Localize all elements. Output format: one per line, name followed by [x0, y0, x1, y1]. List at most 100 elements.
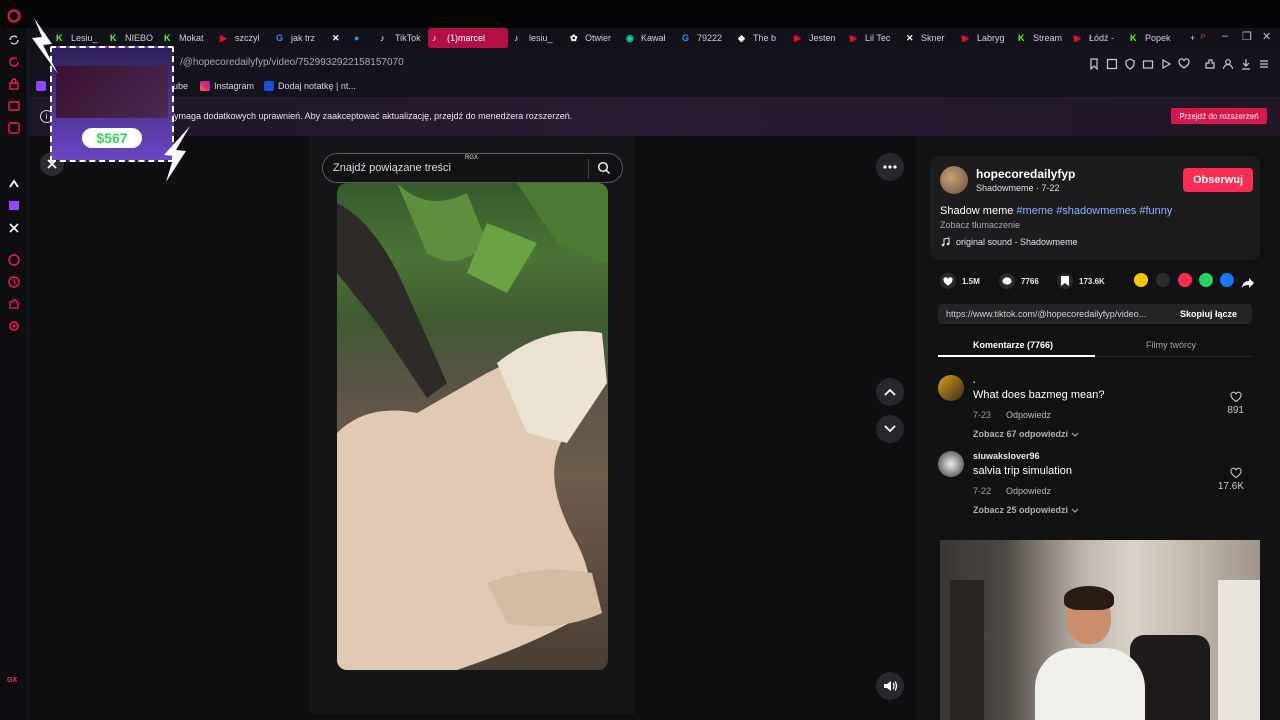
avatar[interactable] — [938, 451, 964, 477]
hashtag[interactable]: #shadowmemes — [1056, 205, 1136, 217]
author-subline: Shadowmeme · 7-22 — [976, 183, 1060, 193]
bookmark-item-notion[interactable]: Dodaj notatkę | nt... — [264, 81, 356, 91]
x-twitter-icon[interactable] — [6, 220, 22, 236]
opera-logo-icon[interactable] — [6, 8, 22, 24]
tab-creator-videos[interactable]: Filmy twórcy — [1146, 340, 1196, 350]
follow-button[interactable]: Obserwuj — [1183, 168, 1253, 192]
browser-tab[interactable]: K Popek — [1126, 28, 1178, 48]
previous-video-button[interactable] — [876, 378, 904, 406]
arrow-icon[interactable] — [6, 176, 22, 192]
browser-tab[interactable]: ▶ Jesten — [790, 28, 844, 48]
browser-tab[interactable]: ♪ TikTok — [376, 28, 426, 48]
browser-tab[interactable]: ● — [350, 28, 374, 48]
browser-tab[interactable]: K Stream — [1014, 28, 1068, 48]
embed-icon[interactable] — [1156, 273, 1170, 287]
shield-icon[interactable] — [1124, 57, 1136, 70]
bookmark-label: Instagram — [214, 81, 255, 91]
browser-tab[interactable]: K NIEBO — [106, 28, 158, 48]
view-replies-button[interactable]: Zobacz 25 odpowiedzi — [973, 505, 1079, 515]
coin-share-icon[interactable] — [1134, 273, 1148, 287]
sync-icon[interactable] — [6, 32, 22, 48]
bookmark-item-instagram[interactable]: Instagram — [200, 81, 254, 91]
hashtag[interactable]: #meme — [1016, 205, 1053, 217]
minimize-icon[interactable]: – — [1222, 30, 1228, 42]
browser-tab[interactable]: G 79222 — [678, 28, 732, 48]
play-icon[interactable] — [1160, 57, 1172, 70]
puzzle-icon[interactable] — [1204, 57, 1216, 69]
reply-button[interactable]: Odpowiedz — [1006, 410, 1051, 420]
next-video-button[interactable] — [876, 415, 904, 443]
browser-tab[interactable]: ◉ Kawał — [622, 28, 676, 48]
like-button[interactable]: 1.5M — [940, 273, 980, 289]
browser-tab[interactable]: ▶ Łódź - — [1070, 28, 1124, 48]
search-icon[interactable] — [597, 161, 611, 175]
view-replies-button[interactable]: Zobacz 67 odpowiedzi — [973, 429, 1079, 439]
url-text[interactable]: /@hopecoredailyfyp/video/752993292215815… — [180, 57, 404, 68]
heart-icon[interactable] — [1178, 57, 1190, 69]
bookmark-item-youtube[interactable]: ube — [173, 81, 188, 91]
bookmark-item-twitch[interactable] — [36, 81, 50, 91]
restore-icon[interactable]: ❐ — [1242, 30, 1252, 43]
comment-username[interactable]: siuwakslover96 — [973, 451, 1040, 461]
twitch-icon[interactable] — [6, 198, 22, 214]
browser-tab[interactable]: ▶ Lil Tec — [846, 28, 900, 48]
more-options-button[interactable] — [876, 153, 904, 181]
lightning-bolt-icon — [32, 18, 58, 74]
history-icon[interactable] — [6, 274, 22, 290]
comment-username[interactable]: . — [973, 375, 976, 385]
whatsapp-icon[interactable] — [1199, 273, 1213, 287]
settings-icon[interactable] — [6, 318, 22, 334]
messenger-icon[interactable] — [6, 120, 22, 136]
extensions-icon[interactable] — [6, 296, 22, 312]
browser-tab[interactable]: K Mokat — [160, 28, 214, 48]
search-tabs-icon[interactable]: ⌕ — [1200, 30, 1206, 43]
see-translation-link[interactable]: Zobacz tłumaczenie — [940, 220, 1020, 230]
browser-tab[interactable]: ✕ Skner — [902, 28, 956, 48]
player-icon[interactable] — [6, 252, 22, 268]
music-note-icon — [941, 237, 950, 247]
browser-tab[interactable]: ✿ Otwier — [566, 28, 620, 48]
reply-button[interactable]: Odpowiedz — [1006, 486, 1051, 496]
share-arrow-icon[interactable] — [1242, 275, 1254, 293]
browser-tab[interactable]: ✕ — [328, 28, 348, 48]
close-window-icon[interactable]: ✕ — [1262, 30, 1271, 43]
reload-icon[interactable] — [6, 54, 22, 70]
tab-label: Jesten — [809, 33, 836, 43]
profile-icon[interactable] — [1222, 57, 1234, 70]
gx-control-icon[interactable] — [6, 98, 22, 114]
avatar[interactable] — [940, 166, 968, 194]
facebook-icon[interactable] — [1220, 273, 1234, 287]
sound-link[interactable]: original sound - Shadowmeme — [940, 237, 1078, 247]
browser-tab[interactable]: ♪ lesiu_ — [510, 28, 564, 48]
browser-tab[interactable]: ◆ The b — [734, 28, 788, 48]
lightning-bolt-icon — [164, 126, 190, 182]
tab-comments[interactable]: Komentarze (7766) — [973, 340, 1053, 350]
send-share-icon[interactable] — [1178, 273, 1192, 287]
video-link-field[interactable]: https://www.tiktok.com/@hopecoredailyfyp… — [938, 304, 1252, 324]
snapshot-icon[interactable] — [1106, 57, 1118, 70]
browser-tab[interactable]: ♪ (1)marcel — [428, 28, 508, 48]
bookmark-icon[interactable] — [1088, 57, 1100, 71]
search-divider — [588, 159, 589, 179]
volume-button[interactable] — [876, 672, 904, 700]
comment-like-count: 891 — [1227, 405, 1244, 416]
avatar[interactable] — [938, 375, 964, 401]
menu-icon[interactable] — [1258, 57, 1270, 69]
vpn-icon[interactable] — [6, 76, 22, 92]
browser-tab[interactable]: Gjak trz — [272, 28, 326, 48]
browser-tab[interactable]: ▶ Labryg — [958, 28, 1012, 48]
download-icon[interactable] — [1240, 57, 1252, 70]
comment-like-icon[interactable] — [1230, 467, 1242, 479]
hashtag[interactable]: #funny — [1139, 205, 1172, 217]
tab-label: Otwier — [585, 33, 612, 43]
browser-tab[interactable]: ▶ szczyl — [216, 28, 270, 48]
save-button[interactable]: 173.6K — [1057, 273, 1105, 289]
comment-like-icon[interactable] — [1230, 391, 1242, 403]
author-username[interactable]: hopecoredailyfyp — [976, 167, 1075, 181]
video-frame[interactable] — [337, 183, 608, 670]
go-to-extensions-button[interactable]: Przejdź do rozszerzeń — [1171, 108, 1267, 124]
speaker-icon — [884, 681, 897, 691]
wallet-icon[interactable] — [1142, 57, 1154, 69]
comment-button[interactable]: 7766 — [999, 273, 1039, 289]
copy-link-button[interactable]: Skopiuj łącze — [1180, 309, 1237, 319]
